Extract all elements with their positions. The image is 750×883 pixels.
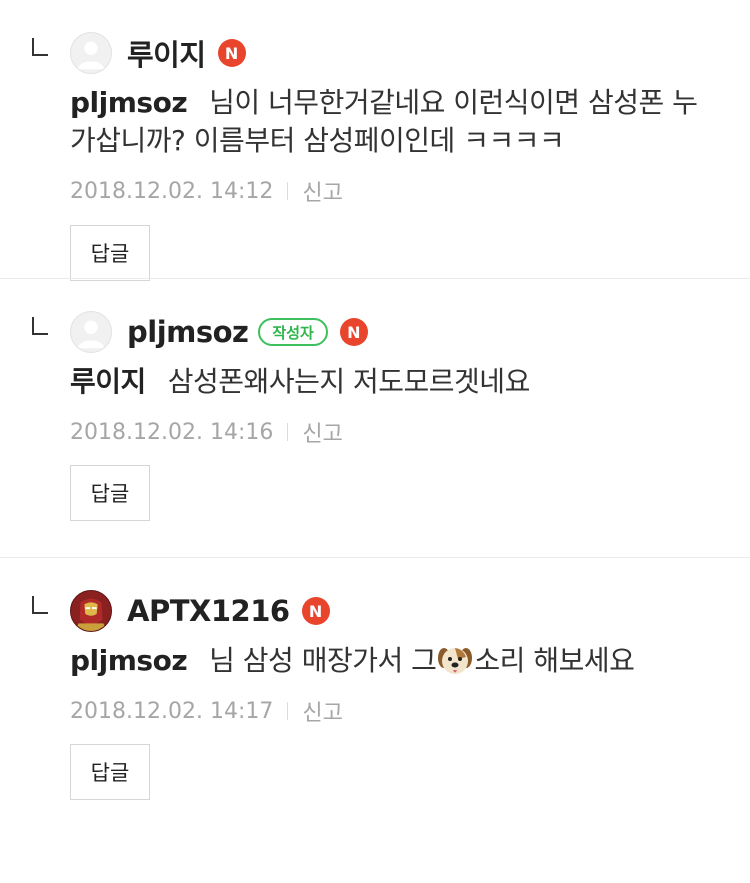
comment-header: 루이지 N xyxy=(127,33,246,73)
new-badge: N xyxy=(217,39,246,67)
comment-header: APTX1216 N xyxy=(127,591,330,631)
mention-nickname[interactable]: 루이지 xyxy=(70,365,146,398)
meta-divider xyxy=(287,182,289,200)
report-link[interactable]: 신고 xyxy=(302,416,342,448)
comment-body: 삼성폰왜사는지 저도모르겟네요 xyxy=(167,365,531,398)
comment-date: 2018.12.02. 14:12 xyxy=(70,178,274,204)
comment-item: pljmsoz 작성자 N 루이지 삼성폰왜사는지 저도모르겟네요 2018.12… xyxy=(0,278,750,557)
reply-arrow-icon xyxy=(32,38,48,56)
new-badge: N xyxy=(301,597,330,625)
comment-nickname[interactable]: 루이지 xyxy=(127,32,206,74)
default-profile-icon xyxy=(77,320,105,349)
ironman-profile-icon xyxy=(71,591,111,631)
avatar[interactable] xyxy=(70,311,112,353)
new-badge: N xyxy=(339,318,368,346)
reply-button[interactable]: 답글 xyxy=(70,465,150,521)
reply-arrow-icon xyxy=(32,317,48,335)
comment-meta: 2018.12.02. 14:16 신고 xyxy=(70,416,343,448)
comment-date: 2018.12.02. 14:16 xyxy=(70,419,274,445)
comment-text: 루이지 삼성폰왜사는지 저도모르겟네요 xyxy=(70,363,720,401)
comment-meta: 2018.12.02. 14:12 신고 xyxy=(70,175,343,207)
comment-text: pljmsoz 님이 너무한거같네요 이런식이면 삼성폰 누가삽니까? 이름부터 … xyxy=(70,84,720,160)
comment-body-end: 소리 해보세요 xyxy=(474,644,635,677)
default-profile-icon xyxy=(77,41,105,70)
dog-face-emoji xyxy=(438,648,473,674)
reply-arrow-icon xyxy=(32,596,48,614)
comment-header: pljmsoz 작성자 N xyxy=(127,312,368,352)
author-badge: 작성자 xyxy=(258,318,328,346)
meta-divider xyxy=(287,702,289,720)
comment-item: APTX1216 N pljmsoz 님 삼성 매장가서 그 소리 해보세요 20… xyxy=(0,557,750,836)
avatar[interactable] xyxy=(70,32,112,74)
report-link[interactable]: 신고 xyxy=(302,175,342,207)
meta-divider xyxy=(287,423,289,441)
comment-meta: 2018.12.02. 14:17 신고 xyxy=(70,695,343,727)
comment-nickname[interactable]: pljmsoz xyxy=(127,315,249,349)
reply-button[interactable]: 답글 xyxy=(70,744,150,800)
comment-text: pljmsoz 님 삼성 매장가서 그 소리 해보세요 xyxy=(70,642,720,680)
report-link[interactable]: 신고 xyxy=(302,695,342,727)
mention-nickname[interactable]: pljmsoz xyxy=(70,86,188,119)
comment-body-start: 님 삼성 매장가서 그 xyxy=(209,644,437,677)
comment-nickname[interactable]: APTX1216 xyxy=(127,594,290,628)
reply-button[interactable]: 답글 xyxy=(70,225,150,281)
comment-date: 2018.12.02. 14:17 xyxy=(70,698,274,724)
mention-nickname[interactable]: pljmsoz xyxy=(70,644,188,677)
comment-item: 루이지 N pljmsoz 님이 너무한거같네요 이런식이면 삼성폰 누가삽니까?… xyxy=(0,0,750,281)
avatar[interactable] xyxy=(70,590,112,632)
